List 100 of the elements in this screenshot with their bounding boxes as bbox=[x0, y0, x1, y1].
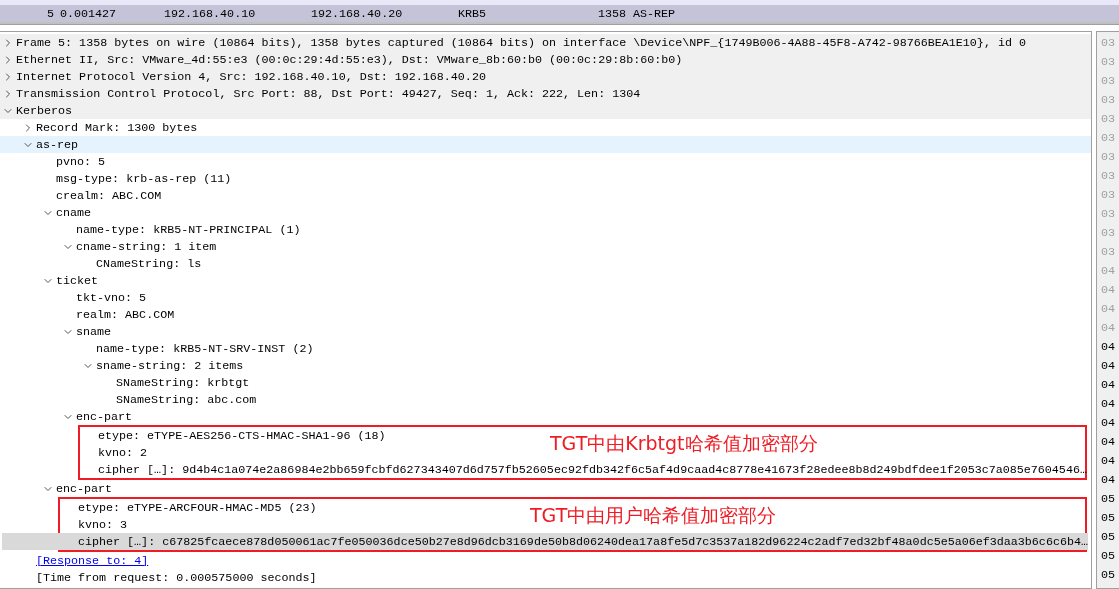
byte-offset: 04 bbox=[1100, 340, 1117, 356]
field-text: enc-part bbox=[56, 481, 113, 496]
annotation-note: TGT中由用户哈希值加密部分 bbox=[530, 503, 777, 528]
tree-row[interactable]: kvno: 3 bbox=[2, 516, 128, 533]
response-link[interactable]: [Response to: 4] bbox=[36, 553, 149, 568]
byte-offset: 03 bbox=[1100, 245, 1117, 261]
byte-offset: 03 bbox=[1100, 55, 1117, 71]
byte-offset: 05 bbox=[1100, 492, 1117, 508]
byte-offset: 05 bbox=[1100, 568, 1117, 584]
tree-row[interactable]: realm: ABC.COM bbox=[0, 306, 1091, 323]
tree-row[interactable]: sname-string: 2 items bbox=[0, 357, 1091, 374]
tree-row[interactable]: enc-part bbox=[0, 480, 1091, 497]
byte-offset: 03 bbox=[1100, 74, 1117, 90]
tree-row[interactable]: kvno: 2 bbox=[2, 444, 148, 461]
byte-offset: 04 bbox=[1100, 302, 1117, 318]
field-text: CNameString: ls bbox=[96, 256, 202, 271]
field-text: Ethernet II, Src: VMware_4d:55:e3 (00:0c:29:4d:55:e3), Dst: VMware_8b:60:b0 (00:0c:29:8b:60:b0) bbox=[16, 52, 683, 67]
field-text: [Time from request: 0.000575000 seconds] bbox=[36, 570, 317, 585]
tree-row[interactable]: [Response to: 4] bbox=[0, 552, 1091, 569]
field-text: realm: ABC.COM bbox=[76, 307, 175, 322]
field-text: cname-string: 1 item bbox=[76, 239, 217, 254]
byte-offset: 04 bbox=[1100, 454, 1117, 470]
field-text: Frame 5: 1358 bytes on wire (10864 bits), 1358 bytes captured (10864 bits) on interface \Device\NPF_{1749B006-4A88-45F8-A742-98766BEA1E10}, id 0 bbox=[16, 35, 1026, 50]
tree-row[interactable]: as-rep bbox=[0, 136, 1091, 153]
tree-row[interactable]: sname bbox=[0, 323, 1091, 340]
byte-offset: 03 bbox=[1100, 131, 1117, 147]
tree-row[interactable]: pvno: 5 bbox=[0, 153, 1091, 170]
byte-offset: 05 bbox=[1100, 549, 1117, 565]
tree-row[interactable]: name-type: kRB5-NT-SRV-INST (2) bbox=[0, 340, 1091, 357]
field-text: kvno: 3 bbox=[78, 517, 128, 532]
byte-offset: 03 bbox=[1100, 226, 1117, 242]
field-text: Internet Protocol Version 4, Src: 192.168.40.10, Dst: 192.168.40.20 bbox=[16, 69, 486, 84]
byte-offset: 03 bbox=[1100, 150, 1117, 166]
tree-row[interactable]: name-type: kRB5-NT-PRINCIPAL (1) bbox=[0, 221, 1091, 238]
packet-no: 5 bbox=[46, 6, 54, 21]
field-text: sname bbox=[76, 324, 112, 339]
field-text: tkt-vno: 5 bbox=[76, 290, 147, 305]
tree-row[interactable]: enc-part bbox=[0, 408, 1091, 425]
byte-offset: 05 bbox=[1100, 511, 1117, 527]
field-text: Kerberos bbox=[16, 103, 73, 118]
packet-info: AS-REP bbox=[632, 6, 677, 21]
byte-offset: 03 bbox=[1100, 169, 1117, 185]
packet-length: 1358 bbox=[596, 6, 626, 21]
byte-offset: 04 bbox=[1100, 359, 1117, 375]
byte-offset: 03 bbox=[1100, 112, 1117, 128]
field-text: crealm: ABC.COM bbox=[56, 188, 162, 203]
tree-row[interactable]: cname-string: 1 item bbox=[0, 238, 1091, 255]
tree-row[interactable]: cname bbox=[0, 204, 1091, 221]
field-text: ticket bbox=[56, 273, 99, 288]
field-text: SNameString: krbtgt bbox=[116, 375, 250, 390]
packet-protocol: KRB5 bbox=[458, 6, 488, 21]
field-text: name-type: kRB5-NT-PRINCIPAL (1) bbox=[76, 222, 301, 237]
annotation-note: TGT中由Krbtgt哈希值加密部分 bbox=[550, 431, 818, 456]
tree-row[interactable]: [Time from request: 0.000575000 seconds] bbox=[0, 569, 1091, 586]
tree-row[interactable]: Internet Protocol Version 4, Src: 192.168.40.10, Dst: 192.168.40.20 bbox=[0, 68, 1091, 85]
tree-row[interactable]: Frame 5: 1358 bytes on wire (10864 bits), 1358 bytes captured (10864 bits) on interface \Device\NPF_{1749B006-4A88-45F8-A742-98766BEA1E10}, id 0 bbox=[0, 34, 1091, 51]
field-text: sname-string: 2 items bbox=[96, 358, 244, 373]
tree-row[interactable]: SNameString: abc.com bbox=[0, 391, 1091, 408]
byte-offset: 03 bbox=[1100, 207, 1117, 223]
field-text: SNameString: abc.com bbox=[116, 392, 257, 407]
byte-offset: 04 bbox=[1100, 473, 1117, 489]
byte-offset: 03 bbox=[1100, 36, 1117, 52]
field-text: cipher […]: c67825fcaece878d050061ac7fe050036dce50b27e8d96dcb3169de50b8d06240dea17a8fe5d7c3537a182d96224c2adf7ed32bf48a0dc5e5a06ef3daa3b6c6c6b4… bbox=[78, 534, 1088, 549]
byte-offset: 04 bbox=[1100, 397, 1117, 413]
byte-offset: 04 bbox=[1100, 378, 1117, 394]
byte-offset: 04 bbox=[1100, 264, 1117, 280]
packet-source: 192.168.40.10 bbox=[164, 6, 257, 21]
tree-row[interactable]: Transmission Control Protocol, Src Port: 88, Dst Port: 49427, Seq: 1, Ack: 222, Len: 1304 bbox=[0, 85, 1091, 102]
tree-row[interactable]: tkt-vno: 5 bbox=[0, 289, 1091, 306]
tree-row[interactable]: crealm: ABC.COM bbox=[0, 187, 1091, 204]
tree-row[interactable]: etype: eTYPE-AES256-CTS-HMAC-SHA1-96 (18) bbox=[2, 427, 386, 444]
tree-row[interactable]: SNameString: krbtgt bbox=[0, 374, 1091, 391]
field-text: Transmission Control Protocol, Src Port: 88, Dst Port: 49427, Seq: 1, Ack: 222, Len: 1304 bbox=[16, 86, 641, 101]
field-text: kvno: 2 bbox=[98, 445, 148, 460]
field-text: msg-type: krb-as-rep (11) bbox=[56, 171, 232, 186]
byte-offset: 04 bbox=[1100, 416, 1117, 432]
tree-row[interactable]: etype: eTYPE-ARCFOUR-HMAC-MD5 (23) bbox=[2, 499, 317, 516]
packet-row[interactable]: 5 0.001427 192.168.40.10 192.168.40.20 KRB5 1358 AS-REP bbox=[0, 5, 1119, 24]
tree-row[interactable]: Ethernet II, Src: VMware_4d:55:e3 (00:0c:29:4d:55:e3), Dst: VMware_8b:60:b0 (00:0c:29:8b:60:b0) bbox=[0, 51, 1091, 68]
tree-row[interactable]: Kerberos bbox=[0, 102, 1091, 119]
field-text: pvno: 5 bbox=[56, 154, 106, 169]
packet-time: 0.001427 bbox=[59, 6, 118, 21]
field-text: etype: eTYPE-AES256-CTS-HMAC-SHA1-96 (18) bbox=[98, 428, 386, 443]
field-text: Record Mark: 1300 bytes bbox=[36, 120, 198, 135]
byte-offset: 03 bbox=[1100, 93, 1117, 109]
tree-row[interactable]: ticket bbox=[0, 272, 1091, 289]
byte-offset: 03 bbox=[1100, 188, 1117, 204]
byte-offset: 04 bbox=[1100, 283, 1117, 299]
field-text: as-rep bbox=[36, 137, 79, 152]
tree-row[interactable]: Record Mark: 1300 bytes bbox=[0, 119, 1091, 136]
packet-destination: 192.168.40.20 bbox=[311, 6, 404, 21]
tree-row[interactable]: cipher […]: c67825fcaece878d050061ac7fe050036dce50b27e8d96dcb3169de50b8d06240dea17a8fe5d7c3537a182d96224c2adf7ed32bf48a0dc5e5a06ef3daa3b6c6c6b4… bbox=[2, 533, 1088, 550]
byte-offset: 05 bbox=[1100, 530, 1117, 546]
tree-row[interactable]: msg-type: krb-as-rep (11) bbox=[0, 170, 1091, 187]
field-text: etype: eTYPE-ARCFOUR-HMAC-MD5 (23) bbox=[78, 500, 317, 515]
byte-offset: 04 bbox=[1100, 435, 1117, 451]
byte-offset: 04 bbox=[1100, 321, 1117, 337]
field-text: enc-part bbox=[76, 409, 133, 424]
field-text: cname bbox=[56, 205, 92, 220]
tree-row[interactable]: CNameString: ls bbox=[0, 255, 1091, 272]
